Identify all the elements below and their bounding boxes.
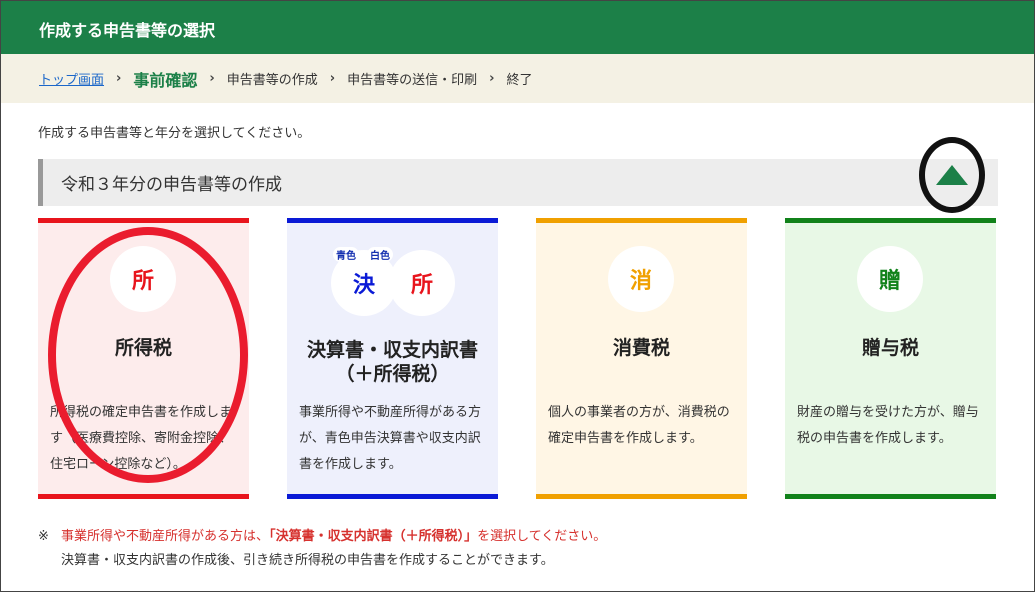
card-description: 財産の贈与を受けた方が、贈与税の申告書を作成します。 xyxy=(797,405,979,446)
card-consumption-tax[interactable]: 消 消費税 個人の事業者の方が、消費税の確定申告書を作成します。 xyxy=(536,218,747,499)
breadcrumb-step: 終了 xyxy=(506,73,533,88)
section-title: 令和３年分の申告書等の作成 xyxy=(61,175,282,195)
card-description: 事業所得や不動産所得がある方が、青色申告決算書や収支内訳書を作成します。 xyxy=(299,405,482,472)
breadcrumb-separator: › xyxy=(209,71,215,86)
note-mark: ※ xyxy=(38,529,49,544)
card-title: 所得税 xyxy=(114,337,172,359)
page-title: 作成する申告書等の選択 xyxy=(39,21,216,40)
triangle-up-icon xyxy=(936,165,968,185)
card-gift-tax[interactable]: 贈 贈与税 財産の贈与を受けた方が、贈与税の申告書を作成します。 xyxy=(785,218,996,499)
badge-icon-zou: 贈 xyxy=(857,246,923,312)
breadcrumb-step: 申告書等の送信・印刷 xyxy=(347,73,478,88)
card-title: 贈与税 xyxy=(861,337,919,359)
note-text: を選択してください。 xyxy=(477,529,607,544)
card-title: 決算書・収支内訳書 xyxy=(306,339,478,361)
note-line-1: ※ 事業所得や不動産所得がある方は、「決算書・収支内訳書（＋所得税）」を選択して… xyxy=(38,525,606,549)
page-header: 作成する申告書等の選択 xyxy=(1,1,1034,54)
breadcrumb-separator: › xyxy=(329,71,336,86)
notes: ※ 事業所得や不動産所得がある方は、「決算書・収支内訳書（＋所得税）」を選択して… xyxy=(38,525,606,573)
white-return-tag: 白色 xyxy=(367,247,393,262)
card-subtitle: （＋所得税） xyxy=(335,363,450,385)
card-financial-statements[interactable]: 決 所 青色 白色 決算書・収支内訳書 （＋所得税） 事業所得や不動産所得がある… xyxy=(287,218,498,499)
badge-icon-sho: 所 xyxy=(110,246,176,312)
breadcrumb: トップ画面 › 事前確認 › 申告書等の作成 › 申告書等の送信・印刷 › 終了 xyxy=(1,54,1034,103)
blue-return-tag: 青色 xyxy=(333,247,359,262)
collapse-toggle-button[interactable] xyxy=(919,137,985,213)
intro-text: 作成する申告書等と年分を選択してください。 xyxy=(38,126,311,141)
card-income-tax[interactable]: 所 所得税 所得税の確定申告書を作成します（医療費控除、寄附金控除、住宅ローン控… xyxy=(38,218,249,499)
breadcrumb-separator: › xyxy=(489,71,495,86)
badge-icon-sho-consumption: 消 xyxy=(608,246,674,312)
card-description: 個人の事業者の方が、消費税の確定申告書を作成します。 xyxy=(548,405,730,446)
note-line-2: 決算書・収支内訳書の作成後、引き続き所得税の申告書を作成することができます。 xyxy=(61,553,554,568)
breadcrumb-step: 申告書等の作成 xyxy=(226,73,318,88)
breadcrumb-separator: › xyxy=(116,71,122,86)
badge-icon-sho: 所 xyxy=(389,250,455,316)
card-description: 所得税の確定申告書を作成します（医療費控除、寄附金控除、住宅ローン控除など）。 xyxy=(50,405,233,472)
section-header: 令和３年分の申告書等の作成 xyxy=(38,159,998,206)
note-emphasis: 「決算書・収支内訳書（＋所得税）」 xyxy=(269,529,478,544)
breadcrumb-step-current: 事前確認 xyxy=(133,70,198,90)
note-text: 事業所得や不動産所得がある方は、 xyxy=(61,529,270,544)
card-title: 消費税 xyxy=(612,337,670,359)
breadcrumb-home-link[interactable]: トップ画面 xyxy=(39,69,104,88)
